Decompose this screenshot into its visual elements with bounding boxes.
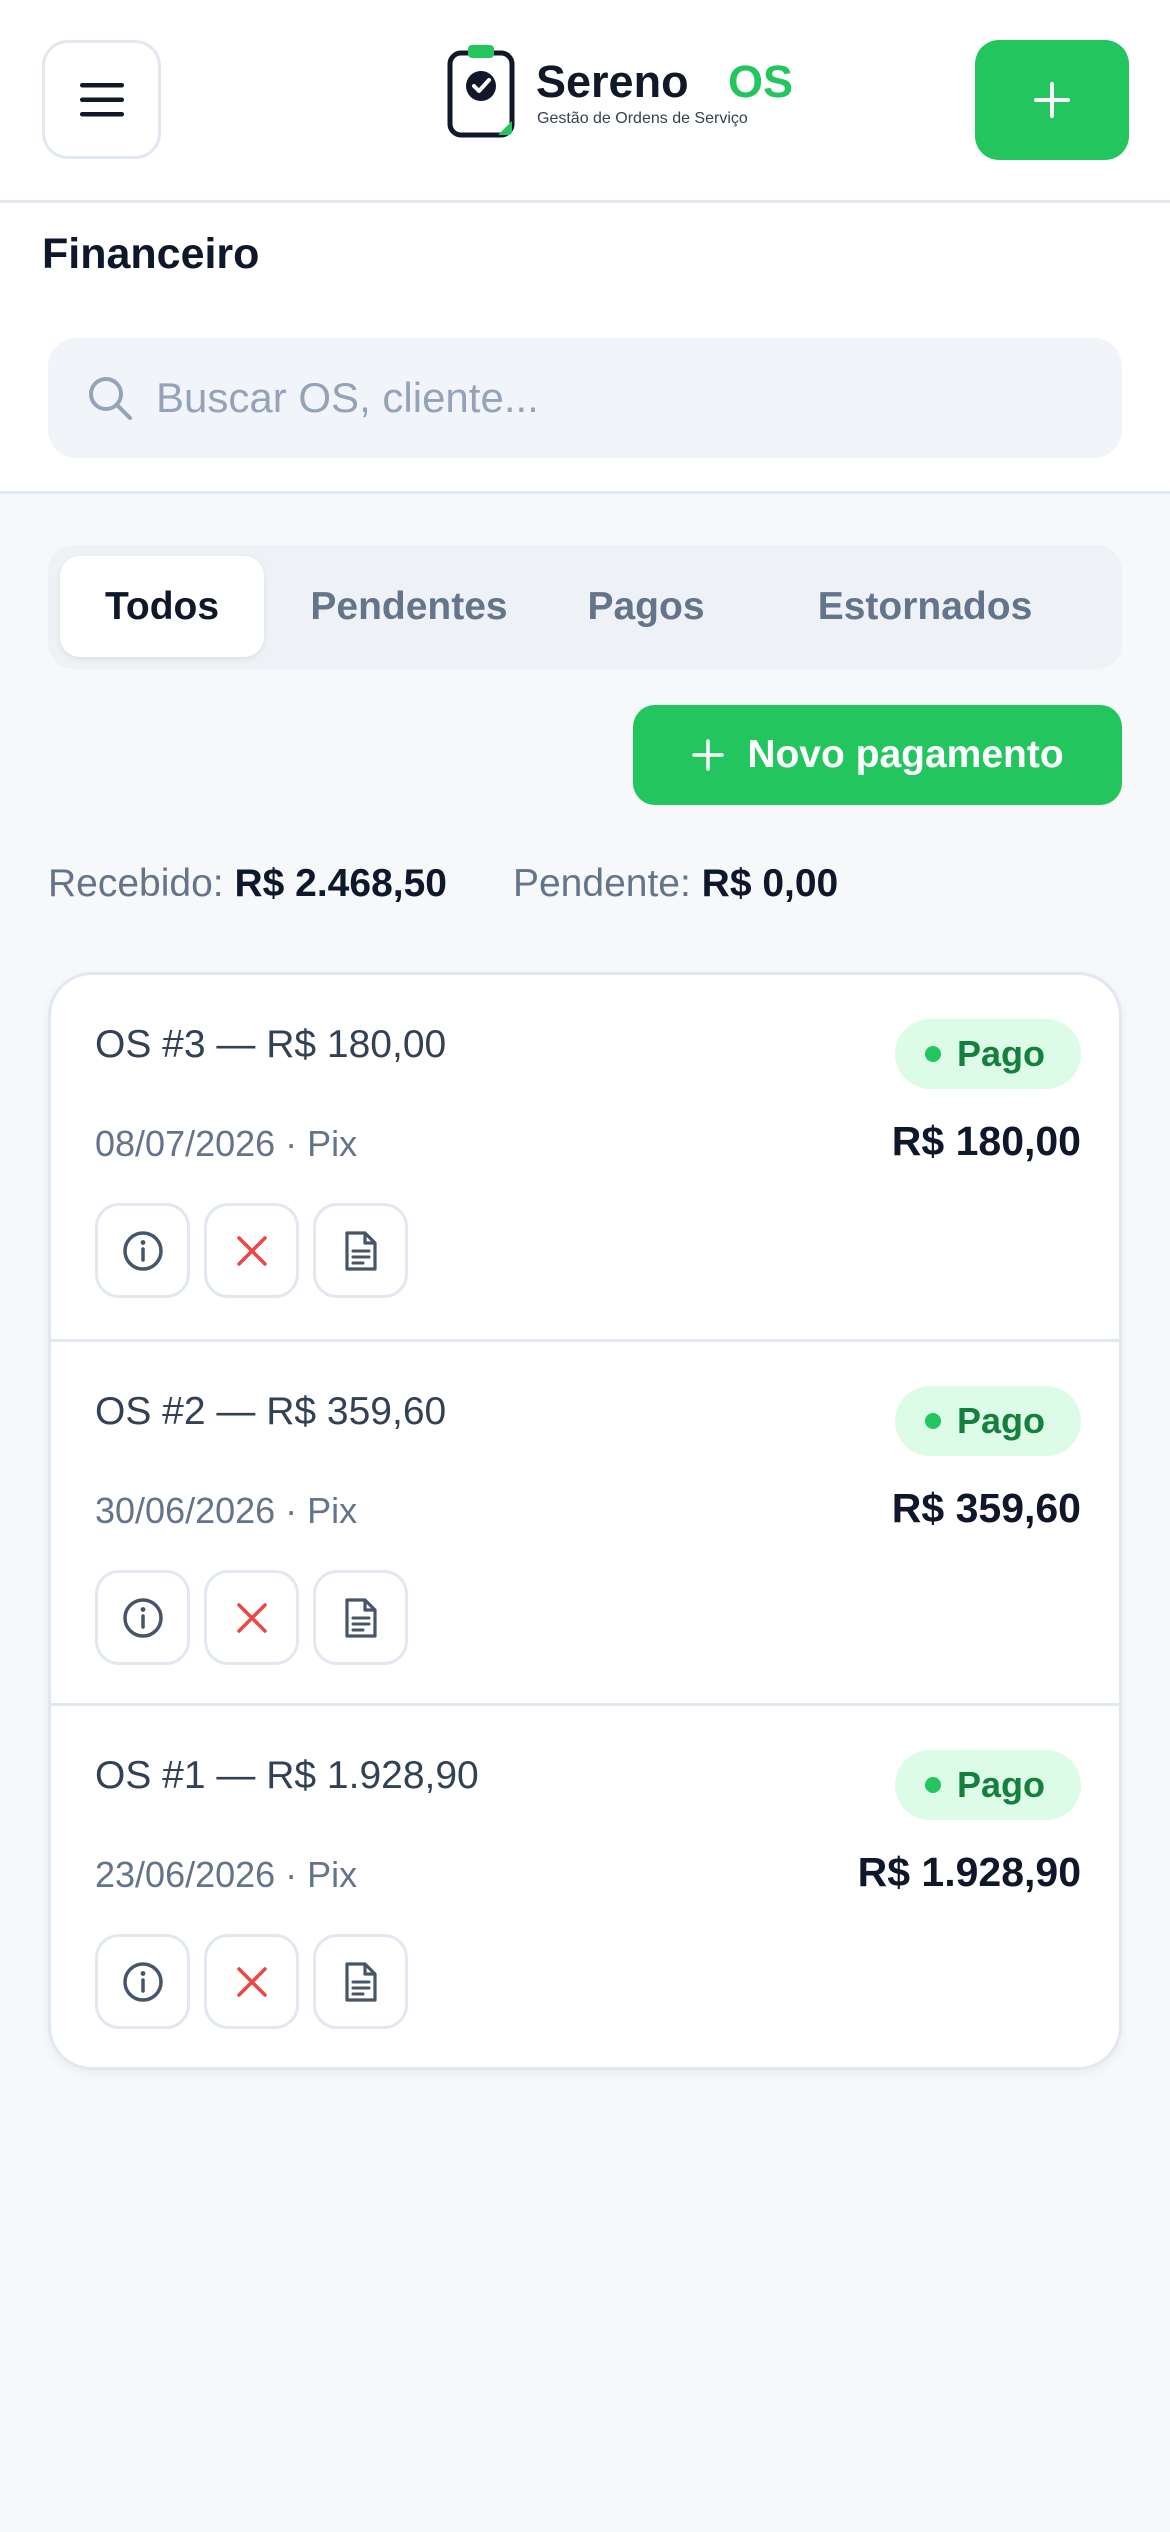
brand-name: Sereno bbox=[536, 56, 689, 107]
status-label: Pago bbox=[956, 1764, 1045, 1805]
receipt-button[interactable] bbox=[313, 1934, 408, 2029]
status-label: Pago bbox=[956, 1033, 1045, 1074]
hamburger-icon bbox=[79, 82, 124, 116]
info-icon bbox=[122, 1597, 163, 1638]
payment-actions bbox=[95, 1570, 408, 1665]
tab-estornados[interactable]: Estornados bbox=[738, 556, 1112, 657]
payment-actions bbox=[95, 1203, 408, 1298]
payment-title: OS #1 — R$ 1.928,90 bbox=[95, 1754, 479, 1797]
cancel-payment-button[interactable] bbox=[204, 1203, 299, 1298]
payment-amount: R$ 180,00 bbox=[891, 1118, 1081, 1164]
app-header: Sereno OS Gestão de Ordens de Serviço bbox=[0, 0, 1170, 203]
plus-icon bbox=[692, 739, 725, 771]
page-title: Financeiro bbox=[42, 230, 260, 278]
pending-label: Pendente: bbox=[512, 862, 691, 905]
status-dot bbox=[924, 1046, 941, 1062]
cancel-payment-button[interactable] bbox=[204, 1570, 299, 1665]
new-payment-label: Novo pagamento bbox=[747, 733, 1064, 776]
payment-title: OS #3 — R$ 180,00 bbox=[95, 1023, 447, 1066]
close-icon bbox=[236, 1235, 267, 1266]
receipt-button[interactable] bbox=[313, 1203, 408, 1298]
info-icon bbox=[122, 1961, 163, 2002]
status-dot bbox=[924, 1777, 941, 1793]
tab-todos[interactable]: Todos bbox=[60, 556, 264, 657]
close-icon bbox=[236, 1602, 267, 1633]
payment-amount: R$ 359,60 bbox=[891, 1485, 1081, 1531]
status-label: Pago bbox=[956, 1400, 1045, 1441]
brand-tagline: Gestão de Ordens de Serviço bbox=[537, 110, 748, 127]
status-tabs: Todos Pendentes Pagos Estornados bbox=[48, 545, 1122, 669]
payment-item[interactable]: OS #2 — R$ 359,60 30/06/2026 · Pix Pago … bbox=[51, 1339, 1119, 1703]
add-button[interactable] bbox=[975, 40, 1129, 160]
payment-meta: 08/07/2026 · Pix bbox=[95, 1123, 358, 1164]
clipboard-check-icon bbox=[447, 45, 515, 138]
details-button[interactable] bbox=[95, 1934, 190, 2029]
search-icon bbox=[89, 377, 132, 420]
cancel-payment-button[interactable] bbox=[204, 1934, 299, 2029]
status-badge: Pago bbox=[894, 1386, 1081, 1456]
menu-button[interactable] bbox=[42, 40, 161, 159]
document-icon bbox=[344, 1230, 377, 1271]
new-payment-button[interactable]: Novo pagamento bbox=[633, 705, 1122, 805]
status-badge: Pago bbox=[894, 1750, 1081, 1820]
pending-value: R$ 0,00 bbox=[701, 862, 839, 905]
tab-pagos[interactable]: Pagos bbox=[554, 556, 738, 657]
details-button[interactable] bbox=[95, 1570, 190, 1665]
status-dot bbox=[924, 1413, 941, 1429]
tab-pendentes[interactable]: Pendentes bbox=[264, 556, 554, 657]
search-input[interactable]: Buscar OS, cliente... bbox=[48, 338, 1122, 458]
status-badge: Pago bbox=[894, 1019, 1081, 1089]
totals-summary: Recebido: R$ 2.468,50 Pendente: R$ 0,00 bbox=[48, 862, 838, 906]
close-icon bbox=[236, 1966, 267, 1997]
payment-amount: R$ 1.928,90 bbox=[857, 1849, 1081, 1895]
receipt-button[interactable] bbox=[313, 1570, 408, 1665]
received-label: Recebido: bbox=[48, 862, 224, 905]
payment-item[interactable]: OS #3 — R$ 180,00 08/07/2026 · Pix Pago … bbox=[51, 975, 1119, 1339]
info-icon bbox=[122, 1230, 163, 1271]
payment-item[interactable]: OS #1 — R$ 1.928,90 23/06/2026 · Pix Pag… bbox=[51, 1703, 1119, 2067]
document-icon bbox=[344, 1597, 377, 1638]
page-subheader: Financeiro Buscar OS, cliente... bbox=[0, 203, 1170, 494]
details-button[interactable] bbox=[95, 1203, 190, 1298]
payment-actions bbox=[95, 1934, 408, 2029]
brand-suffix: OS bbox=[728, 56, 794, 107]
app-logo: Sereno OS Gestão de Ordens de Serviço bbox=[446, 44, 796, 140]
payments-list: OS #3 — R$ 180,00 08/07/2026 · Pix Pago … bbox=[48, 972, 1122, 2070]
payment-meta: 23/06/2026 · Pix bbox=[95, 1854, 358, 1895]
search-placeholder: Buscar OS, cliente... bbox=[156, 374, 539, 421]
plus-icon bbox=[1034, 82, 1070, 118]
received-value: R$ 2.468,50 bbox=[234, 862, 447, 905]
document-icon bbox=[344, 1961, 377, 2002]
payment-meta: 30/06/2026 · Pix bbox=[95, 1490, 358, 1531]
payment-title: OS #2 — R$ 359,60 bbox=[95, 1390, 447, 1433]
